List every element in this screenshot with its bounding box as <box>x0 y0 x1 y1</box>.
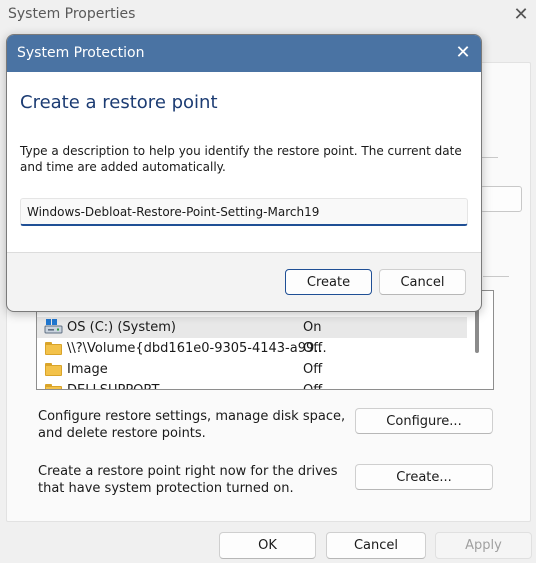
drive-name: DELLSUPPORT <box>67 380 159 389</box>
drive-name: OS (C:) (System) <box>67 320 176 335</box>
configure-description: Configure restore settings, manage disk … <box>38 409 346 441</box>
table-row[interactable]: \\?\Volume{dbd161e0-9305-4143-a99... Off <box>37 338 467 359</box>
table-row[interactable]: DELLSUPPORT Off <box>37 380 467 389</box>
dialog-description: Type a description to help you identify … <box>20 144 462 174</box>
section-divider <box>480 157 498 158</box>
dialog-footer-divider <box>7 252 481 253</box>
drive-name: Image <box>67 362 108 377</box>
close-icon[interactable]: ✕ <box>451 41 475 65</box>
drive-protection: Off <box>303 362 323 377</box>
drive-protection: On <box>303 320 322 335</box>
dialog-title: System Protection <box>17 45 145 61</box>
folder-icon <box>45 363 62 376</box>
dialog-cancel-button[interactable]: Cancel <box>379 269 466 295</box>
section-divider <box>483 276 509 277</box>
drive-icon <box>43 318 65 337</box>
dialog-heading: Create a restore point <box>20 92 218 113</box>
apply-button: Apply <box>435 532 532 559</box>
window-title: System Properties <box>8 6 136 22</box>
folder-icon <box>45 384 62 389</box>
dialog-body: Create a restore point Type a descriptio… <box>7 72 481 252</box>
partial-button <box>480 186 522 212</box>
table-row[interactable]: OS (C:) (System) On <box>37 317 467 338</box>
create-description: Create a restore point right now for the… <box>38 464 338 496</box>
restore-point-name-input[interactable]: Windows-Debloat-Restore-Point-Setting-Ma… <box>20 198 468 226</box>
create-restore-button[interactable]: Create... <box>355 464 493 490</box>
drive-protection: Off <box>303 380 322 389</box>
cancel-button[interactable]: Cancel <box>326 532 426 559</box>
drive-name: \\?\Volume{dbd161e0-9305-4143-a99... <box>67 341 327 356</box>
ok-button[interactable]: OK <box>219 532 316 559</box>
table-row[interactable]: Image Off <box>37 359 467 380</box>
close-icon[interactable]: ✕ <box>508 2 534 28</box>
configure-button[interactable]: Configure... <box>355 408 493 434</box>
create-button[interactable]: Create <box>285 269 372 295</box>
system-protection-dialog: System Protection ✕ Create a restore poi… <box>6 34 482 312</box>
drive-protection: Off <box>303 341 323 356</box>
folder-icon <box>45 342 62 355</box>
